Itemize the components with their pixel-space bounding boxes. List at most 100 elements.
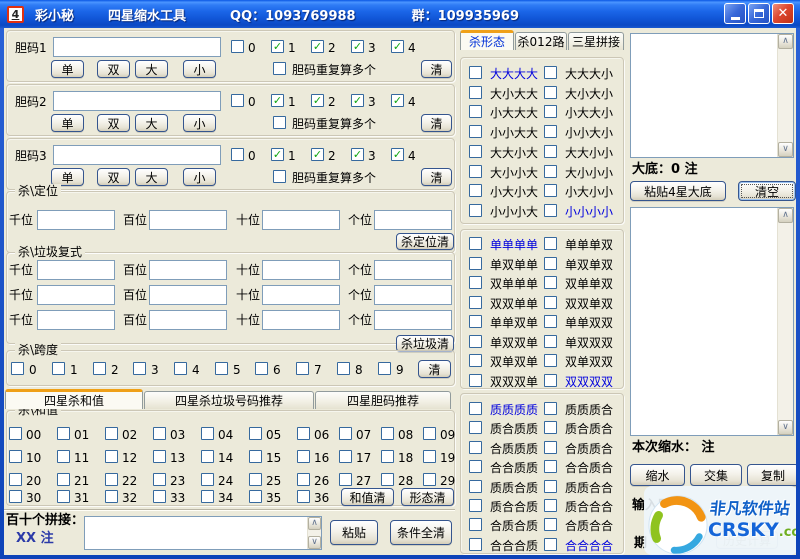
- result-scrollbar[interactable]: ∧ ∨: [777, 208, 793, 435]
- hezhi-checkbox-20[interactable]: [9, 473, 22, 486]
- hezhi-checkbox-05[interactable]: [249, 427, 262, 440]
- pattern-checkbox[interactable]: [544, 145, 557, 158]
- danma-input[interactable]: [53, 145, 221, 165]
- danma-digit-checkbox-3[interactable]: ✓: [351, 94, 364, 107]
- pattern-checkbox[interactable]: [544, 204, 557, 217]
- pattern-checkbox[interactable]: [469, 460, 482, 473]
- danma-repeat-checkbox[interactable]: [273, 170, 286, 183]
- hezhi-checkbox-26[interactable]: [297, 473, 310, 486]
- pattern-checkbox[interactable]: [544, 86, 557, 99]
- hezhi-checkbox-27[interactable]: [339, 473, 352, 486]
- danma-even-button[interactable]: 双: [97, 114, 130, 132]
- kuadu-checkbox-5[interactable]: [215, 362, 228, 375]
- laji-row1-input-1[interactable]: [37, 260, 115, 280]
- pattern-checkbox[interactable]: [544, 184, 557, 197]
- pattern-checkbox[interactable]: [469, 296, 482, 309]
- pattern-checkbox[interactable]: [469, 145, 482, 158]
- hezhi-checkbox-09[interactable]: [423, 427, 436, 440]
- pattern-checkbox[interactable]: [544, 460, 557, 473]
- danma-digit-checkbox-4[interactable]: ✓: [391, 148, 404, 161]
- danma-digit-checkbox-2[interactable]: ✓: [311, 94, 324, 107]
- dingwei-input-1[interactable]: [37, 210, 115, 230]
- copy-button[interactable]: 复制: [747, 464, 796, 486]
- hezhi-checkbox-08[interactable]: [381, 427, 394, 440]
- kuadu-checkbox-3[interactable]: [133, 362, 146, 375]
- danma-small-button[interactable]: 小: [183, 114, 216, 132]
- sha-kuadu-clear-button[interactable]: 清: [418, 360, 451, 378]
- pattern-checkbox[interactable]: [544, 441, 557, 454]
- laji-row3-input-4[interactable]: [374, 310, 452, 330]
- laji-row3-input-1[interactable]: [37, 310, 115, 330]
- pattern-checkbox[interactable]: [544, 499, 557, 512]
- pattern-checkbox[interactable]: [544, 237, 557, 250]
- danma-digit-checkbox-4[interactable]: ✓: [391, 40, 404, 53]
- pattern-checkbox[interactable]: [469, 354, 482, 367]
- pattern-checkbox[interactable]: [469, 184, 482, 197]
- danma-repeat-checkbox[interactable]: [273, 62, 286, 75]
- pinjie-paste-button[interactable]: 粘贴: [330, 520, 378, 545]
- pattern-checkbox[interactable]: [544, 335, 557, 348]
- pattern-checkbox[interactable]: [469, 499, 482, 512]
- pattern-checkbox[interactable]: [469, 374, 482, 387]
- scroll-down-icon[interactable]: ∨: [308, 536, 321, 549]
- hezhi-checkbox-19[interactable]: [423, 450, 436, 463]
- kuadu-checkbox-4[interactable]: [174, 362, 187, 375]
- danma-big-button[interactable]: 大: [135, 168, 168, 186]
- hezhi-checkbox-07[interactable]: [339, 427, 352, 440]
- pattern-checkbox[interactable]: [544, 480, 557, 493]
- hezhi-checkbox-30[interactable]: [9, 490, 22, 503]
- pattern-checkbox[interactable]: [544, 354, 557, 367]
- laji-row2-input-1[interactable]: [37, 285, 115, 305]
- danma-digit-checkbox-1[interactable]: ✓: [271, 148, 284, 161]
- laji-row2-input-3[interactable]: [262, 285, 340, 305]
- hezhi-checkbox-03[interactable]: [153, 427, 166, 440]
- scroll-down-icon[interactable]: ∨: [778, 420, 793, 435]
- danma-small-button[interactable]: 小: [183, 168, 216, 186]
- hezhi-checkbox-35[interactable]: [249, 490, 262, 503]
- dingwei-input-2[interactable]: [149, 210, 227, 230]
- danma-digit-checkbox-0[interactable]: [231, 94, 244, 107]
- pattern-checkbox[interactable]: [544, 66, 557, 79]
- hezhi-checkbox-32[interactable]: [105, 490, 118, 503]
- pattern-checkbox[interactable]: [469, 276, 482, 289]
- kuadu-checkbox-6[interactable]: [255, 362, 268, 375]
- danma-clear-button[interactable]: 清: [421, 168, 452, 186]
- pattern-checkbox[interactable]: [544, 538, 557, 551]
- tab-sixing-sha-hezhi[interactable]: 四星杀和值: [5, 389, 143, 409]
- danma-input[interactable]: [53, 91, 221, 111]
- hezhi-checkbox-28[interactable]: [381, 473, 394, 486]
- danma-clear-button[interactable]: 清: [421, 114, 452, 132]
- hezhi-checkbox-36[interactable]: [297, 490, 310, 503]
- hezhi-checkbox-34[interactable]: [201, 490, 214, 503]
- tab-sixing-danma-recommend[interactable]: 四星胆码推荐: [315, 391, 451, 409]
- hezhi-checkbox-04[interactable]: [201, 427, 214, 440]
- pattern-checkbox[interactable]: [469, 86, 482, 99]
- hezhi-checkbox-00[interactable]: [9, 427, 22, 440]
- hezhi-checkbox-25[interactable]: [249, 473, 262, 486]
- danma-odd-button[interactable]: 单: [51, 60, 84, 78]
- pattern-checkbox[interactable]: [544, 105, 557, 118]
- danma-digit-checkbox-0[interactable]: [231, 40, 244, 53]
- pattern-checkbox[interactable]: [544, 125, 557, 138]
- pattern-checkbox[interactable]: [469, 402, 482, 415]
- pattern-checkbox[interactable]: [469, 441, 482, 454]
- pattern-checkbox[interactable]: [469, 105, 482, 118]
- laji-row2-input-2[interactable]: [149, 285, 227, 305]
- hezhi-checkbox-12[interactable]: [105, 450, 118, 463]
- laji-row1-input-3[interactable]: [262, 260, 340, 280]
- danma-big-button[interactable]: 大: [135, 60, 168, 78]
- dadi-scrollbar[interactable]: ∧ ∨: [777, 34, 793, 157]
- danma-small-button[interactable]: 小: [183, 60, 216, 78]
- danma-input[interactable]: [53, 37, 221, 57]
- pattern-checkbox[interactable]: [544, 421, 557, 434]
- hezhi-checkbox-29[interactable]: [423, 473, 436, 486]
- danma-even-button[interactable]: 双: [97, 168, 130, 186]
- pattern-checkbox[interactable]: [469, 125, 482, 138]
- hezhi-checkbox-23[interactable]: [153, 473, 166, 486]
- pattern-checkbox[interactable]: [469, 204, 482, 217]
- shrink-button[interactable]: 缩水: [630, 464, 685, 486]
- pinjie-scrollbar[interactable]: ∧ ∨: [307, 517, 321, 549]
- danma-digit-checkbox-3[interactable]: ✓: [351, 40, 364, 53]
- scroll-up-icon[interactable]: ∧: [778, 34, 793, 49]
- hezhi-checkbox-13[interactable]: [153, 450, 166, 463]
